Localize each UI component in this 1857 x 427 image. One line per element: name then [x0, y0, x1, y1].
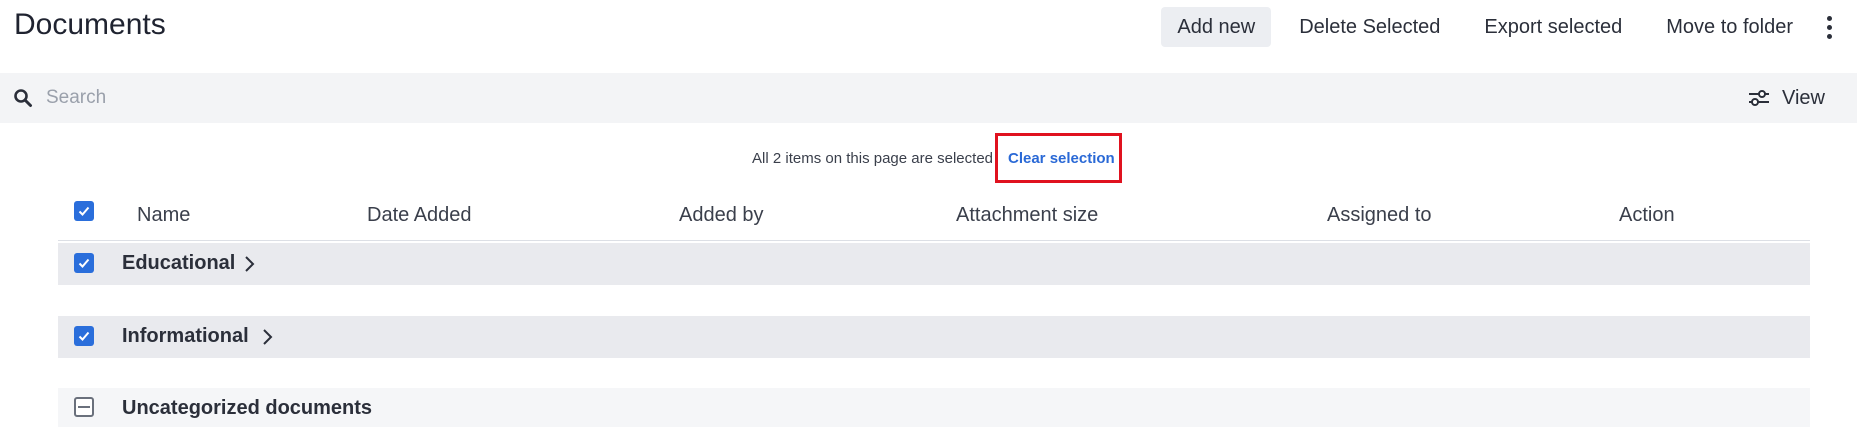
view-button[interactable]: View	[1748, 84, 1825, 112]
search-input[interactable]	[46, 82, 1246, 114]
header: Documents Add new Delete Selected Export…	[0, 0, 1857, 72]
table-header: Name Date Added Added by Attachment size…	[58, 197, 1810, 241]
toolbar: Add new Delete Selected Export selected …	[1161, 7, 1841, 47]
chevron-right-icon[interactable]	[257, 327, 277, 347]
group-row-informational[interactable]: Informational	[58, 316, 1810, 358]
column-header-attachment-size[interactable]: Attachment size	[956, 204, 1098, 227]
selection-banner: All 2 items on this page are selected	[0, 140, 1857, 180]
row-checkbox[interactable]	[74, 326, 94, 346]
column-header-added-by[interactable]: Added by	[679, 204, 764, 227]
kebab-icon[interactable]	[1817, 7, 1841, 47]
page-title: Documents	[14, 8, 166, 41]
group-label: Informational	[122, 325, 249, 347]
column-header-date-added[interactable]: Date Added	[367, 204, 472, 227]
select-all-checkbox[interactable]	[74, 201, 94, 221]
group-label: Uncategorized documents	[122, 397, 373, 419]
group-label: Educational	[122, 252, 236, 274]
documents-page: Documents Add new Delete Selected Export…	[0, 0, 1857, 427]
chevron-right-icon[interactable]	[239, 254, 259, 274]
group-row-educational[interactable]: Educational	[58, 243, 1810, 285]
row-checkbox[interactable]	[74, 397, 94, 417]
search-icon	[14, 89, 32, 107]
clear-selection-link[interactable]: Clear selection	[1008, 150, 1115, 167]
delete-selected-button[interactable]: Delete Selected	[1283, 7, 1456, 47]
row-checkbox[interactable]	[74, 253, 94, 273]
view-label: View	[1782, 86, 1825, 109]
add-new-button[interactable]: Add new	[1161, 7, 1272, 47]
sliders-icon	[1749, 90, 1769, 106]
column-header-assigned-to[interactable]: Assigned to	[1327, 204, 1432, 227]
column-header-name[interactable]: Name	[137, 204, 190, 227]
column-header-action: Action	[1619, 204, 1675, 226]
export-selected-button[interactable]: Export selected	[1468, 7, 1638, 47]
move-to-folder-button[interactable]: Move to folder	[1650, 7, 1809, 47]
search-bar: View	[0, 73, 1857, 123]
group-row-uncategorized[interactable]: Uncategorized documents	[58, 388, 1810, 427]
selection-message: All 2 items on this page are selected	[752, 150, 993, 167]
